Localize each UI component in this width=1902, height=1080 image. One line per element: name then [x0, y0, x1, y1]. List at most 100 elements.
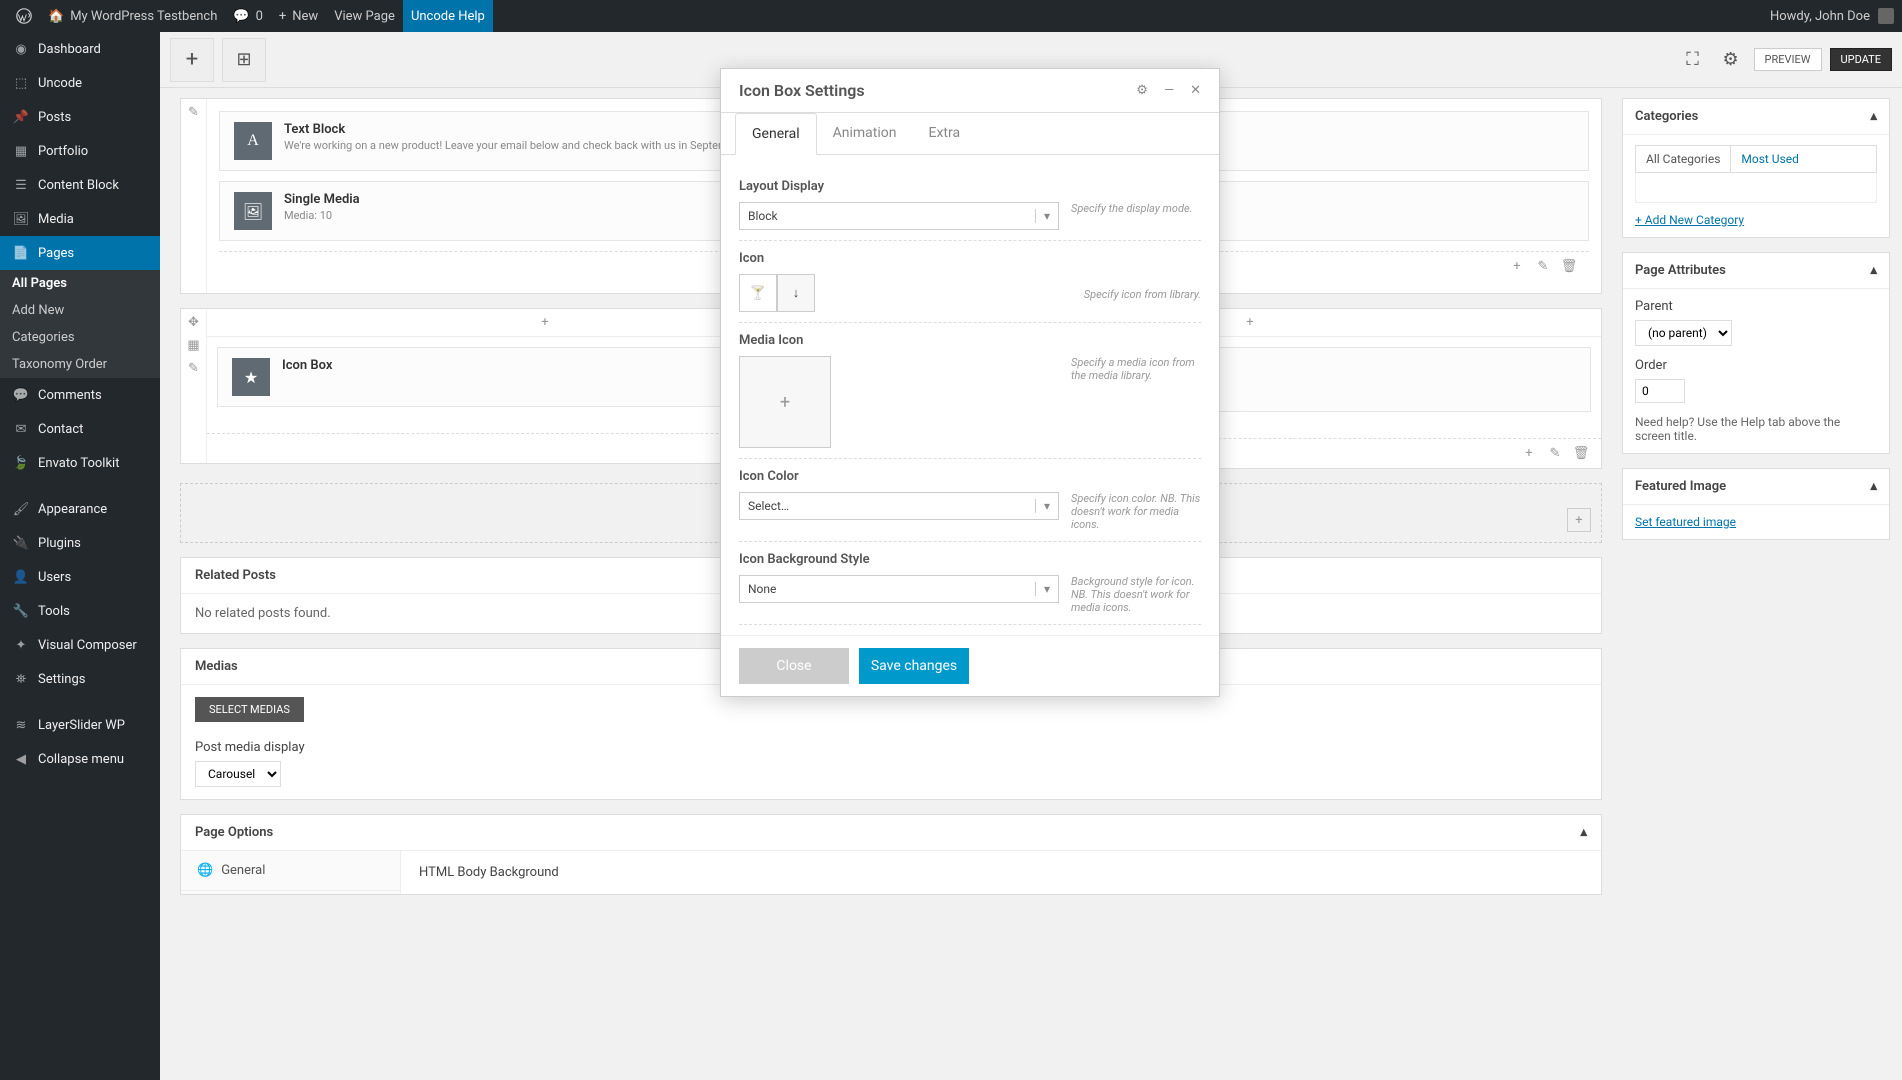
vc-icon: ✦ — [12, 636, 30, 654]
howdy-user[interactable]: Howdy, John Doe — [1770, 9, 1870, 24]
sidebar-sub-add-new[interactable]: Add New — [0, 297, 160, 324]
collapse-icon: ◀ — [12, 750, 30, 768]
sidebar-item-visual-composer[interactable]: ✦Visual Composer — [0, 628, 160, 662]
fullscreen-button[interactable]: ⛶ — [1678, 45, 1708, 75]
close-button[interactable]: Close — [739, 648, 849, 684]
parent-label: Parent — [1635, 299, 1877, 314]
icon-picker-button[interactable]: 🍸 — [739, 274, 777, 312]
new-button[interactable]: +New — [271, 0, 326, 32]
sidebar-item-contact[interactable]: ✉Contact — [0, 412, 160, 446]
panel-header[interactable]: Page Options ▴ — [181, 815, 1601, 851]
field-hint: Specify the display mode. — [1059, 202, 1201, 230]
pin-icon: 📌 — [12, 108, 30, 126]
chevron-up-icon: ▴ — [1870, 263, 1877, 278]
field-label: Icon Color — [739, 469, 1201, 484]
image-icon: 🖼 — [234, 192, 272, 230]
sidebar-item-content-block[interactable]: ☰Content Block — [0, 168, 160, 202]
sidebar-sub-taxonomy-order[interactable]: Taxonomy Order — [0, 351, 160, 378]
site-name[interactable]: 🏠My WordPress Testbench — [40, 0, 225, 32]
field-hint: Specify icon from library. — [1059, 274, 1201, 312]
admin-bar: 🏠My WordPress Testbench 💬0 +New View Pag… — [0, 0, 1902, 32]
add-icon[interactable]: + — [1507, 257, 1527, 277]
plus-icon: + — [1575, 513, 1582, 528]
globe-icon: 🌐 — [197, 863, 213, 878]
icon-picker-dropdown[interactable]: ↓ — [777, 274, 815, 312]
update-button[interactable]: UPDATE — [1830, 48, 1892, 71]
admin-sidebar: ◉Dashboard ⬚Uncode 📌Posts ▦Portfolio ☰Co… — [0, 32, 160, 1080]
edit-icon[interactable]: ✎ — [1533, 257, 1553, 277]
comment-icon: 💬 — [233, 9, 249, 24]
icon-bg-select[interactable]: None — [739, 575, 1059, 603]
templates-button[interactable]: ⊞ — [222, 38, 266, 82]
tab-most-used[interactable]: Most Used — [1730, 146, 1809, 172]
chevron-up-icon: ▴ — [1870, 479, 1877, 494]
wrench-icon: 🔧 — [12, 602, 30, 620]
wp-logo[interactable] — [8, 0, 40, 32]
icon-color-select[interactable]: Select… — [739, 492, 1059, 520]
sidebar-item-tools[interactable]: 🔧Tools — [0, 594, 160, 628]
order-input[interactable] — [1635, 379, 1685, 403]
save-changes-button[interactable]: Save changes — [859, 648, 969, 684]
template-icon: ⊞ — [236, 49, 251, 70]
add-element-button[interactable]: + — [170, 38, 214, 82]
sidebar-item-plugins[interactable]: 🔌Plugins — [0, 526, 160, 560]
layout-display-select[interactable]: Block — [739, 202, 1059, 230]
sidebar-collapse[interactable]: ◀Collapse menu — [0, 742, 160, 776]
sidebar-item-uncode[interactable]: ⬚Uncode — [0, 66, 160, 100]
tab-extra[interactable]: Extra — [912, 113, 976, 154]
gear-icon[interactable]: ⚙ — [1136, 83, 1148, 98]
page-options-tab-general[interactable]: 🌐General — [181, 851, 400, 891]
avatar[interactable] — [1878, 8, 1894, 24]
add-row-button[interactable]: + — [1567, 508, 1591, 532]
select-medias-button[interactable]: SELECT MEDIAS — [195, 697, 304, 722]
metabox-header[interactable]: Categories ▴ — [1623, 99, 1889, 135]
sidebar-item-dashboard[interactable]: ◉Dashboard — [0, 32, 160, 66]
sidebar-item-users[interactable]: 👤Users — [0, 560, 160, 594]
field-label: Icon — [739, 251, 1201, 266]
sidebar-item-appearance[interactable]: 🖌Appearance — [0, 492, 160, 526]
move-icon[interactable]: ✥ — [188, 315, 199, 330]
media-display-select[interactable]: Carousel — [195, 761, 281, 787]
glass-icon: 🍸 — [750, 286, 766, 301]
add-new-category-link[interactable]: + Add New Category — [1635, 213, 1744, 227]
columns-icon[interactable]: ▦ — [187, 338, 199, 353]
sidebar-sub-all-pages[interactable]: All Pages — [0, 270, 160, 297]
edit-icon[interactable]: ✎ — [188, 361, 199, 376]
metabox-header[interactable]: Featured Image ▴ — [1623, 469, 1889, 505]
delete-icon[interactable]: 🗑 — [1559, 257, 1579, 277]
sidebar-item-media[interactable]: 🖼Media — [0, 202, 160, 236]
minimize-icon[interactable]: — — [1164, 83, 1174, 98]
media-icon-picker[interactable]: + — [739, 356, 831, 448]
preview-button[interactable]: PREVIEW — [1754, 48, 1822, 71]
parent-select[interactable]: (no parent) — [1635, 320, 1732, 346]
edit-icon[interactable]: ✎ — [1545, 444, 1565, 464]
tab-all-categories[interactable]: All Categories — [1636, 146, 1730, 172]
gear-icon: ⚙ — [1722, 49, 1738, 70]
sidebar-item-portfolio[interactable]: ▦Portfolio — [0, 134, 160, 168]
sidebar-item-settings[interactable]: ⛯Settings — [0, 662, 160, 696]
chevron-up-icon[interactable]: ▴ — [1580, 825, 1587, 840]
uncode-help[interactable]: Uncode Help — [403, 0, 493, 32]
sidebar-item-layerslider[interactable]: ≋LayerSlider WP — [0, 708, 160, 742]
sidebar-sub-categories[interactable]: Categories — [0, 324, 160, 351]
sidebar-item-comments[interactable]: 💬Comments — [0, 378, 160, 412]
tab-animation[interactable]: Animation — [817, 113, 913, 154]
sliders-icon: ⛯ — [12, 670, 30, 688]
plus-icon: + — [780, 392, 790, 413]
close-icon[interactable]: ✕ — [1190, 83, 1201, 98]
edit-icon[interactable]: ✎ — [188, 105, 199, 120]
settings-button[interactable]: ⚙ — [1716, 45, 1746, 75]
view-page[interactable]: View Page — [326, 0, 403, 32]
page-options-panel: Page Options ▴ 🌐General HTML Body Backgr… — [180, 814, 1602, 895]
comments-count[interactable]: 💬0 — [225, 0, 271, 32]
sidebar-item-envato[interactable]: 🍃Envato Toolkit — [0, 446, 160, 480]
tab-general[interactable]: General — [735, 113, 817, 155]
delete-icon[interactable]: 🗑 — [1571, 444, 1591, 464]
add-icon[interactable]: + — [1519, 444, 1539, 464]
sidebar-item-pages[interactable]: 📄Pages — [0, 236, 160, 270]
order-label: Order — [1635, 358, 1877, 373]
expand-icon: ⛶ — [1686, 49, 1699, 70]
sidebar-item-posts[interactable]: 📌Posts — [0, 100, 160, 134]
metabox-header[interactable]: Page Attributes ▴ — [1623, 253, 1889, 289]
set-featured-image-link[interactable]: Set featured image — [1635, 515, 1736, 529]
